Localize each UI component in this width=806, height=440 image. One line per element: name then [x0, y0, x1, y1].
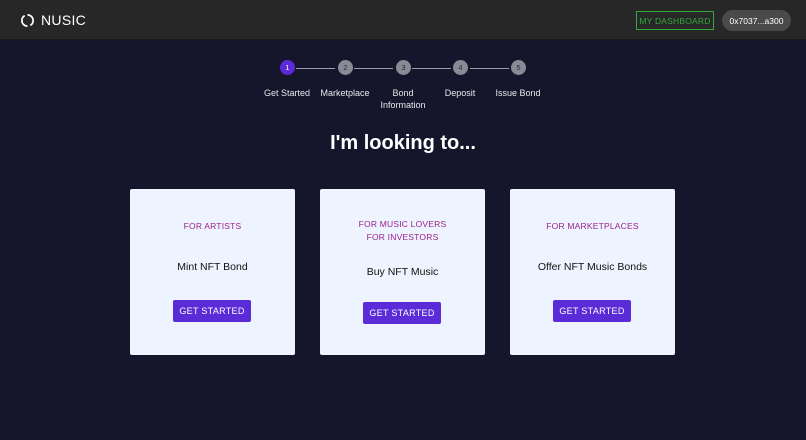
step-5-label: Issue Bond: [495, 88, 541, 98]
page-heading: I'm looking to...: [330, 132, 476, 154]
step-3-indicator[interactable]: 3: [396, 60, 411, 75]
card-title: Mint NFT Bond: [177, 261, 248, 273]
step-1-indicator[interactable]: 1: [280, 60, 295, 75]
card-audience-tag: FOR MARKETPLACES: [546, 221, 639, 231]
step-connector: [412, 68, 451, 69]
step-5-indicator[interactable]: 5: [511, 60, 526, 75]
card-title: Offer NFT Music Bonds: [537, 261, 648, 273]
step-connector: [354, 68, 393, 69]
top-bar: NUSIC MY DASHBOARD 0x7037...a300: [0, 0, 806, 40]
artists-card: FOR ARTISTS Mint NFT Bond GET STARTED: [130, 189, 295, 355]
logo[interactable]: NUSIC: [20, 12, 86, 28]
logo-text: NUSIC: [41, 12, 87, 28]
my-dashboard-button[interactable]: MY DASHBOARD: [636, 11, 714, 30]
card-audience-tag: FOR MUSIC LOVERS: [358, 219, 447, 229]
step-4-indicator[interactable]: 4: [453, 60, 468, 75]
buy-nft-music-get-started-button[interactable]: GET STARTED: [363, 302, 441, 324]
step-connector: [470, 68, 509, 69]
wallet-address-button[interactable]: 0x7037...a300: [722, 10, 791, 31]
card-audience-tag: FOR INVESTORS: [366, 232, 439, 242]
step-connector: [296, 68, 335, 69]
progress-stepper: 1 2 3 4 5 Get Started Marketplace Bond I…: [0, 60, 806, 120]
nusic-logo-icon: [21, 13, 34, 27]
music-lovers-card: FOR MUSIC LOVERS FOR INVESTORS Buy NFT M…: [320, 189, 485, 355]
card-title: Buy NFT Music: [366, 266, 439, 278]
mint-nft-bond-get-started-button[interactable]: GET STARTED: [173, 300, 251, 322]
marketplaces-card: FOR MARKETPLACES Offer NFT Music Bonds G…: [510, 189, 675, 355]
step-2-indicator[interactable]: 2: [338, 60, 353, 75]
offer-nft-music-bonds-get-started-button[interactable]: GET STARTED: [553, 300, 631, 322]
card-audience-tag: FOR ARTISTS: [183, 221, 242, 231]
